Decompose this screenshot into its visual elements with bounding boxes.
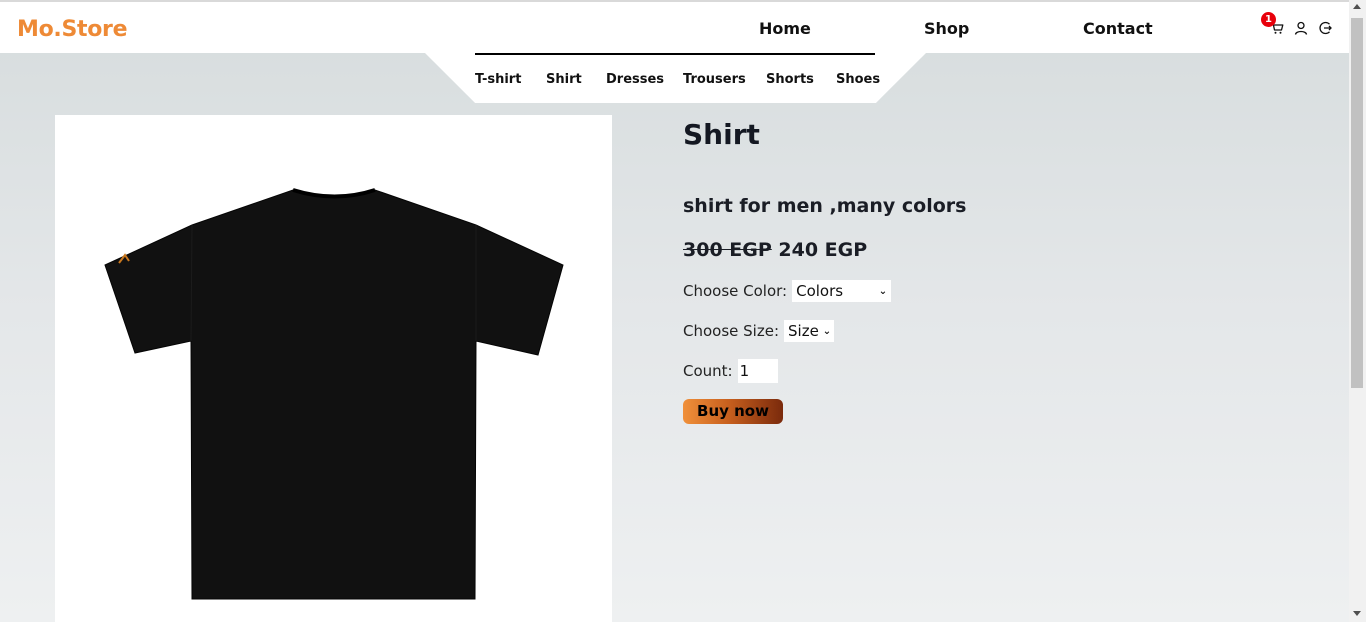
count-label: Count:: [683, 362, 733, 380]
new-price: 240 EGP: [778, 239, 868, 261]
product-title: Shirt: [683, 118, 760, 151]
buy-now-button[interactable]: Buy now: [683, 399, 783, 424]
site-header: Mo.Store Home Shop Contact: [0, 2, 1349, 53]
nav-contact[interactable]: Contact: [1083, 19, 1153, 38]
scrollbar-thumb[interactable]: [1351, 18, 1363, 388]
color-select[interactable]: Colors ⌄: [792, 280, 892, 302]
count-row: Count: 1: [683, 359, 778, 383]
size-select[interactable]: Size ⌄: [784, 320, 834, 342]
category-tshirt[interactable]: T-shirt: [475, 72, 521, 87]
size-label: Choose Size:: [683, 322, 779, 340]
chevron-down-icon: ⌄: [878, 285, 888, 297]
product-price: 300 EGP 240 EGP: [683, 239, 867, 261]
category-dresses[interactable]: Dresses: [606, 72, 664, 87]
count-input[interactable]: 1: [737, 359, 778, 383]
color-label: Choose Color:: [683, 282, 788, 300]
color-select-value: Colors: [796, 282, 844, 300]
category-divider: [475, 53, 875, 55]
scroll-down-icon[interactable]: [1353, 611, 1361, 616]
logout-icon[interactable]: [1318, 20, 1334, 36]
vertical-scrollbar[interactable]: [1349, 0, 1366, 622]
size-row: Choose Size: Size ⌄: [683, 320, 834, 342]
product-description: shirt for men ,many colors: [683, 195, 967, 217]
size-select-value: Size: [788, 322, 819, 340]
chevron-down-icon: ⌄: [822, 325, 832, 337]
store-logo[interactable]: Mo.Store: [17, 17, 128, 42]
scroll-up-icon[interactable]: [1353, 4, 1361, 9]
category-trousers[interactable]: Trousers: [683, 72, 746, 87]
color-row: Choose Color: Colors ⌄: [683, 280, 892, 302]
category-shirt[interactable]: Shirt: [546, 72, 582, 87]
tshirt-image: [104, 188, 564, 600]
product-image: [55, 115, 612, 622]
old-price: 300 EGP: [683, 239, 772, 261]
nav-home[interactable]: Home: [759, 19, 811, 38]
nav-shop[interactable]: Shop: [924, 19, 969, 38]
cart-count-badge: 1: [1261, 12, 1276, 27]
category-shoes[interactable]: Shoes: [836, 72, 880, 87]
user-icon[interactable]: [1294, 20, 1310, 36]
category-shorts[interactable]: Shorts: [766, 72, 814, 87]
